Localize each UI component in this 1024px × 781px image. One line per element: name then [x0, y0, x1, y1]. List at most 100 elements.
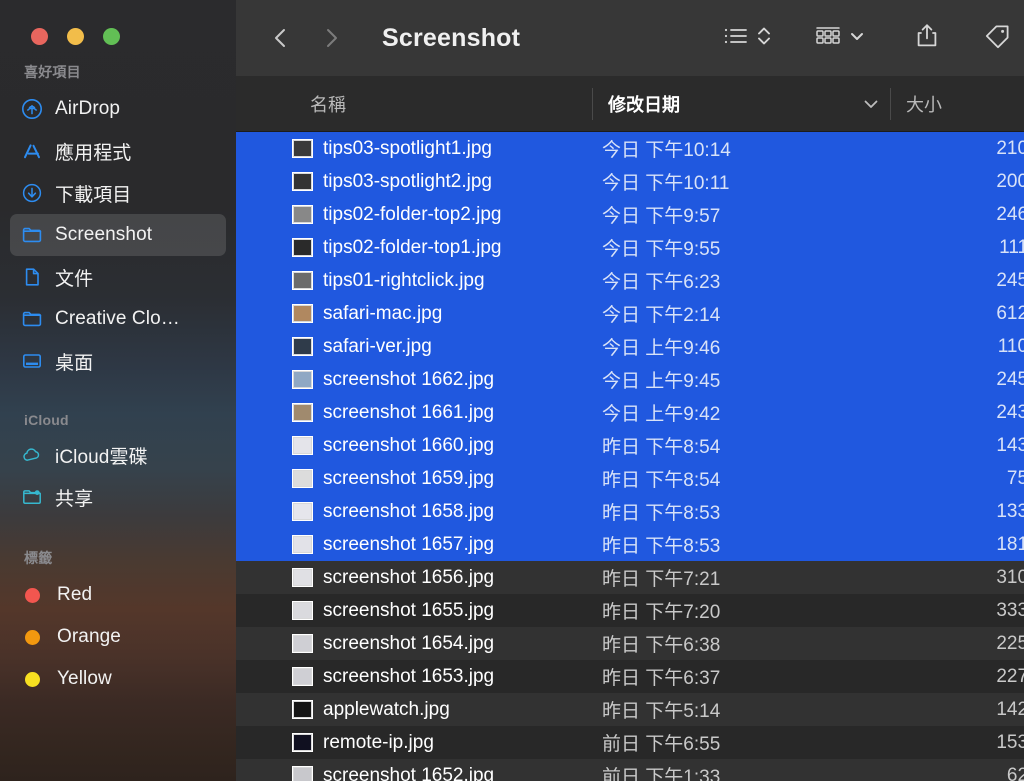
- tag-dot-icon: [25, 587, 40, 603]
- file-thumbnail-icon: [292, 535, 313, 554]
- group-by-button[interactable]: [804, 24, 876, 53]
- file-name-cell: remote-ip.jpg: [292, 732, 434, 754]
- sidebar-item-label: Red: [57, 584, 93, 605]
- table-row[interactable]: screenshot 1656.jpg 昨日 下午7:21 310 K: [236, 561, 1024, 594]
- file-name-cell: screenshot 1654.jpg: [292, 633, 494, 655]
- file-name-label: tips03-spotlight2.jpg: [323, 170, 492, 192]
- file-name-cell: screenshot 1652.jpg: [292, 765, 494, 781]
- file-name-cell: screenshot 1660.jpg: [292, 435, 494, 457]
- file-size-label: 111 K: [999, 236, 1024, 258]
- sidebar-item-tag-yellow[interactable]: Yellow: [10, 658, 226, 700]
- table-row[interactable]: safari-ver.jpg 今日 上午9:46 110 K: [236, 330, 1024, 363]
- folder-icon: [21, 308, 43, 330]
- file-size-label: 245 K: [996, 368, 1024, 390]
- file-name-cell: screenshot 1659.jpg: [292, 468, 494, 490]
- table-row[interactable]: applewatch.jpg 昨日 下午5:14 142 K: [236, 693, 1024, 726]
- chevron-down-icon[interactable]: [860, 76, 882, 132]
- back-button[interactable]: [268, 25, 294, 51]
- file-thumbnail-icon: [292, 370, 313, 389]
- file-size-label: 142 K: [996, 698, 1024, 720]
- file-date-modified-label: 今日 下午2:14: [602, 305, 721, 326]
- file-name-cell: screenshot 1657.jpg: [292, 534, 494, 556]
- file-date-modified-label: 今日 上午9:42: [602, 404, 721, 425]
- sidebar-item-desktop[interactable]: 桌面: [10, 340, 226, 382]
- table-row[interactable]: remote-ip.jpg 前日 下午6:55 153 K: [236, 726, 1024, 759]
- column-header-size[interactable]: 大小: [906, 76, 942, 132]
- file-name-label: screenshot 1657.jpg: [323, 533, 495, 555]
- sidebar-item-label: 下載項目: [55, 184, 132, 206]
- file-thumbnail-icon: [292, 766, 313, 781]
- file-thumbnail-icon: [292, 139, 313, 158]
- sidebar-item-creative-cloud[interactable]: Creative Clo…: [10, 298, 226, 340]
- file-list[interactable]: tips03-spotlight1.jpg今日 下午10:14210 Ktips…: [236, 132, 1024, 781]
- sidebar-item-documents[interactable]: 文件: [10, 256, 226, 298]
- tag-icon: [982, 22, 1012, 55]
- column-header-date-modified[interactable]: 修改日期: [608, 76, 680, 132]
- sort-updown-icon: [756, 24, 772, 53]
- table-row[interactable]: screenshot 1652.jpg 前日 下午1:33 62 K: [236, 759, 1024, 781]
- file-name-label: safari-mac.jpg: [323, 302, 443, 324]
- sidebar-item-shared[interactable]: 共享: [10, 476, 226, 518]
- sidebar-item-applications[interactable]: 應用程式: [10, 130, 226, 172]
- table-row[interactable]: screenshot 1659.jpg 昨日 下午8:54 75 K: [236, 462, 1024, 495]
- column-header-name[interactable]: 名稱: [310, 76, 346, 132]
- sidebar-item-tag-orange[interactable]: Orange: [10, 616, 226, 658]
- file-date-modified-label: 昨日 下午8:53: [602, 503, 721, 524]
- file-name-label: tips03-spotlight1.jpg: [323, 137, 492, 159]
- table-row[interactable]: screenshot 1653.jpg 昨日 下午6:37 227 K: [236, 660, 1024, 693]
- sidebar-item-screenshot[interactable]: Screenshot: [10, 214, 226, 256]
- file-name-cell: screenshot 1662.jpg: [292, 369, 494, 391]
- minimize-button[interactable]: [67, 28, 84, 45]
- file-thumbnail-icon: [292, 667, 313, 686]
- table-row[interactable]: screenshot 1655.jpg 昨日 下午7:20 333 K: [236, 594, 1024, 627]
- table-row[interactable]: tips02-folder-top2.jpg 今日 下午9:57 246 K: [236, 198, 1024, 231]
- forward-button[interactable]: [318, 25, 344, 51]
- table-row[interactable]: tips03-spotlight1.jpg 今日 下午10:14 210 K: [236, 132, 1024, 165]
- sidebar-item-label: Yellow: [57, 668, 112, 689]
- maximize-button[interactable]: [103, 28, 120, 45]
- file-date-modified-label: 昨日 下午6:37: [602, 668, 721, 689]
- column-divider[interactable]: [890, 88, 891, 120]
- table-row[interactable]: tips01-rightclick.jpg 今日 下午6:23 245 K: [236, 264, 1024, 297]
- table-row[interactable]: screenshot 1660.jpg 昨日 下午8:54 143 K: [236, 429, 1024, 462]
- file-date-modified-label: 今日 下午10:14: [602, 140, 731, 161]
- column-divider[interactable]: [592, 88, 593, 120]
- sidebar-item-icloud-drive[interactable]: iCloud雲碟: [10, 434, 226, 476]
- toolbar-actions: [712, 22, 1024, 55]
- sidebar-item-downloads[interactable]: 下載項目: [10, 172, 226, 214]
- sidebar-item-airdrop[interactable]: AirDrop: [10, 88, 226, 130]
- file-size-label: 612 K: [996, 302, 1024, 324]
- finder-window: 喜好項目 AirDrop 應用程式 下載項目 Screenshot 文件 Cre…: [0, 0, 1024, 781]
- file-thumbnail-icon: [292, 304, 313, 323]
- share-button[interactable]: [904, 22, 950, 55]
- file-name-cell: screenshot 1653.jpg: [292, 666, 494, 688]
- table-row[interactable]: screenshot 1658.jpg 昨日 下午8:53 133 K: [236, 495, 1024, 528]
- file-size-label: 62 K: [1006, 764, 1024, 781]
- sidebar-item-tag-red[interactable]: Red: [10, 574, 226, 616]
- file-thumbnail-icon: [292, 634, 313, 653]
- file-name-cell: tips02-folder-top1.jpg: [292, 237, 502, 259]
- file-name-label: remote-ip.jpg: [323, 731, 434, 753]
- file-thumbnail-icon: [292, 502, 313, 521]
- close-button[interactable]: [31, 28, 48, 45]
- table-row[interactable]: safari-mac.jpg 今日 下午2:14 612 K: [236, 297, 1024, 330]
- file-size-label: 310 K: [996, 566, 1024, 588]
- file-name-cell: screenshot 1658.jpg: [292, 501, 494, 523]
- file-date-modified-label: 昨日 下午8:53: [602, 536, 721, 557]
- sidebar-section-title-icloud: iCloud: [24, 412, 69, 428]
- table-row[interactable]: screenshot 1661.jpg 今日 上午9:42 243 K: [236, 396, 1024, 429]
- file-date-modified-label: 昨日 下午7:21: [602, 569, 721, 590]
- table-row[interactable]: tips03-spotlight2.jpg 今日 下午10:11 200 K: [236, 165, 1024, 198]
- table-row[interactable]: screenshot 1662.jpg 今日 上午9:45 245 K: [236, 363, 1024, 396]
- file-size-label: 200 K: [996, 170, 1024, 192]
- sidebar-item-label: 桌面: [55, 352, 94, 374]
- airdrop-icon: [21, 98, 43, 120]
- table-row[interactable]: tips02-folder-top1.jpg 今日 下午9:55 111 K: [236, 231, 1024, 264]
- view-options-button[interactable]: [712, 24, 782, 53]
- table-row[interactable]: screenshot 1654.jpg 昨日 下午6:38 225 K: [236, 627, 1024, 660]
- tag-button[interactable]: [972, 22, 1022, 55]
- sidebar-item-label: Creative Clo…: [55, 308, 180, 329]
- file-date-modified-label: 昨日 下午6:38: [602, 635, 721, 656]
- table-row[interactable]: screenshot 1657.jpg 昨日 下午8:53 181 K: [236, 528, 1024, 561]
- file-date-modified-label: 昨日 下午5:14: [602, 701, 721, 722]
